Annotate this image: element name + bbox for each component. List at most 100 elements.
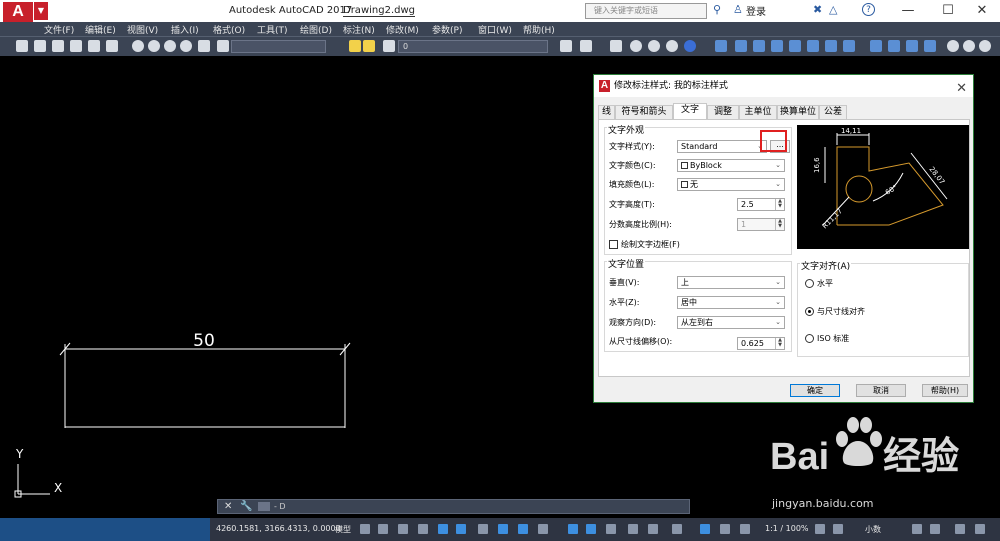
auto-scale-icon[interactable] <box>720 524 730 534</box>
menu-dimension[interactable]: 标注(N) <box>343 23 375 36</box>
horizontal-select[interactable]: 居中 ⌄ <box>677 296 785 309</box>
menu-tools[interactable]: 工具(T) <box>257 23 288 36</box>
tab-text[interactable]: 文字 <box>673 103 707 120</box>
search-icon[interactable]: ⚲ <box>713 3 721 16</box>
fill-color-select[interactable]: 无 ⌄ <box>677 178 785 191</box>
tab-alternate-units[interactable]: 换算单位 <box>777 105 819 119</box>
menu-parameter[interactable]: 参数(P) <box>432 23 462 36</box>
customization-icon[interactable] <box>975 524 985 534</box>
dim-quick-icon[interactable] <box>870 40 882 52</box>
draw-frame-checkbox[interactable] <box>609 240 618 249</box>
plot-preview-icon[interactable] <box>106 40 118 52</box>
render-icon-4[interactable] <box>684 40 696 52</box>
dim-diameter-icon[interactable] <box>825 40 837 52</box>
dim-baseline-icon[interactable] <box>888 40 900 52</box>
vertical-select[interactable]: 上 ⌄ <box>677 276 785 289</box>
offset-spinner[interactable]: 0.625 ▲ ▼ <box>737 337 785 350</box>
text-color-select[interactable]: ByBlock ⌄ <box>677 159 785 172</box>
dialog-close-button[interactable]: ✕ <box>956 78 967 100</box>
menu-modify[interactable]: 修改(M) <box>386 23 419 36</box>
menu-view[interactable]: 视图(V) <box>127 23 158 36</box>
dim-aligned-icon[interactable] <box>735 40 747 52</box>
quick-properties-icon[interactable] <box>912 524 922 534</box>
annotation-scale-icon[interactable] <box>740 524 750 534</box>
layer-state-icon[interactable] <box>148 40 160 52</box>
spinner-arrows-icon[interactable]: ▲ ▼ <box>775 338 784 349</box>
layer-filter-combo[interactable] <box>231 40 326 53</box>
tab-symbols-arrows[interactable]: 符号和箭头 <box>615 105 673 119</box>
autocad-logo-button[interactable]: A <box>3 2 33 22</box>
align-with-dimline-radio[interactable] <box>805 307 814 316</box>
spinner-arrows-icon[interactable]: ▲ ▼ <box>775 199 784 210</box>
dim-radius-icon[interactable] <box>789 40 801 52</box>
layer-icon[interactable] <box>132 40 144 52</box>
polar-icon[interactable] <box>456 524 466 534</box>
view-direction-select[interactable]: 从左到右 ⌄ <box>677 316 785 329</box>
open-icon[interactable] <box>34 40 46 52</box>
3d-osnap-icon[interactable] <box>606 524 616 534</box>
render-icon-3[interactable] <box>666 40 678 52</box>
dim-tolerance-icon[interactable] <box>947 40 959 52</box>
align-iso-radio[interactable] <box>805 334 814 343</box>
dim-center-icon[interactable] <box>963 40 975 52</box>
units-button[interactable]: 小数 <box>865 524 881 535</box>
tab-lines[interactable]: 线 <box>598 105 615 119</box>
infer-icon[interactable] <box>398 524 408 534</box>
dynamic-ucs-icon[interactable] <box>628 524 638 534</box>
menu-help[interactable]: 帮助(H) <box>523 23 555 36</box>
lock-ui-icon[interactable] <box>930 524 940 534</box>
text-height-spinner[interactable]: 2.5 ▲ ▼ <box>737 198 785 211</box>
menu-insert[interactable]: 插入(I) <box>171 23 199 36</box>
dim-angular-icon[interactable] <box>843 40 855 52</box>
cancel-button[interactable]: 取消 <box>856 384 906 397</box>
render-icon-1[interactable] <box>630 40 642 52</box>
transparency-icon[interactable] <box>568 524 578 534</box>
model-space-button[interactable]: 模型 <box>335 524 351 535</box>
dim-linear-icon[interactable] <box>715 40 727 52</box>
selection-cycling-icon[interactable] <box>586 524 596 534</box>
menu-format[interactable]: 格式(O) <box>213 23 245 36</box>
layer-combo[interactable]: 0 <box>398 40 548 53</box>
command-line[interactable]: ✕ 🔧 - D <box>217 499 690 514</box>
grid-icon[interactable] <box>360 524 370 534</box>
object-snap-tracking-icon[interactable] <box>498 524 508 534</box>
match-icon[interactable] <box>217 40 229 52</box>
tab-fit[interactable]: 调整 <box>707 105 739 119</box>
new-icon[interactable] <box>16 40 28 52</box>
annotation-scale-value[interactable]: 1:1 / 100% <box>765 524 809 533</box>
help-button[interactable]: 帮助(H) <box>922 384 968 397</box>
dim-jogged-icon[interactable] <box>807 40 819 52</box>
minimize-button[interactable]: — <box>888 0 928 22</box>
tool-icon-3[interactable] <box>610 40 622 52</box>
save-as-icon[interactable] <box>70 40 82 52</box>
dim-space-icon[interactable] <box>924 40 936 52</box>
selection-filter-icon[interactable] <box>648 524 658 534</box>
snap-icon[interactable] <box>378 524 388 534</box>
application-menu-dropdown[interactable]: ▼ <box>34 2 48 20</box>
exchange-icon[interactable]: ✖ <box>813 3 822 16</box>
layer-iso-icon[interactable] <box>180 40 192 52</box>
tool-icon-1[interactable] <box>560 40 572 52</box>
close-icon[interactable]: ✕ <box>224 501 232 512</box>
properties-icon[interactable] <box>198 40 210 52</box>
help-icon[interactable]: ? <box>862 3 875 16</box>
layer-previous-icon[interactable] <box>164 40 176 52</box>
ok-button[interactable]: 确定 <box>790 384 840 397</box>
dynamic-input-icon[interactable] <box>418 524 428 534</box>
isolate-objects-icon[interactable] <box>955 524 965 534</box>
menu-draw[interactable]: 绘图(D) <box>300 23 332 36</box>
annotation-visibility-icon[interactable] <box>700 524 710 534</box>
login-button[interactable]: 登录 <box>746 3 766 18</box>
wrench-icon[interactable]: 🔧 <box>240 501 252 512</box>
align-horizontal-radio[interactable] <box>805 279 814 288</box>
text-style-select[interactable]: Standard ⌄ <box>677 140 767 153</box>
dim-inspect-icon[interactable] <box>979 40 991 52</box>
gizmo-icon[interactable] <box>672 524 682 534</box>
menu-edit[interactable]: 编辑(E) <box>85 23 116 36</box>
a360-icon[interactable]: △ <box>829 3 837 16</box>
tool-icon-2[interactable] <box>580 40 592 52</box>
isodraft-icon[interactable] <box>478 524 488 534</box>
annotation-monitor-icon[interactable] <box>833 524 843 534</box>
search-input[interactable]: 键入关键字或短语 <box>585 3 707 19</box>
dim-ordinate-icon[interactable] <box>771 40 783 52</box>
